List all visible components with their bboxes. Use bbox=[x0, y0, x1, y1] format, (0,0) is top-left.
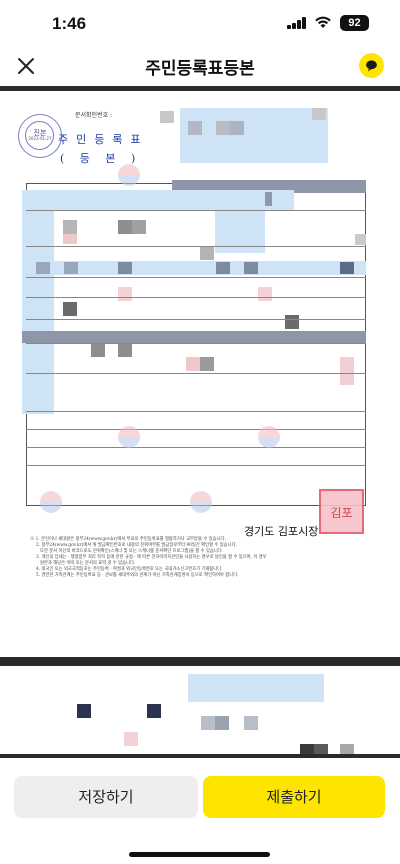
redacted-pixel bbox=[63, 302, 77, 316]
redacted-pixel bbox=[340, 357, 354, 385]
redacted-pixel bbox=[186, 357, 200, 371]
redacted-block bbox=[188, 674, 324, 702]
table-row-line bbox=[26, 343, 366, 344]
document-notes: ※ 1. 본인이나 세대원은 정부24(www.gov.kr)에서 무료로 주민… bbox=[30, 537, 370, 579]
redacted-pixel bbox=[118, 287, 132, 301]
chat-bubble-icon bbox=[366, 60, 377, 72]
redacted-pixel bbox=[340, 262, 354, 274]
signal-icon bbox=[287, 17, 307, 29]
emblem-watermark bbox=[190, 491, 212, 513]
table-row-line bbox=[26, 373, 366, 374]
submit-button[interactable]: 제출하기 bbox=[203, 776, 385, 818]
wifi-icon bbox=[315, 16, 331, 28]
redacted-pixel bbox=[216, 121, 230, 135]
redacted-pixel bbox=[215, 716, 229, 730]
redacted-pixel bbox=[200, 246, 214, 260]
redacted-pixel bbox=[200, 357, 214, 371]
redacted-pixel bbox=[340, 744, 354, 754]
redacted-pixel bbox=[63, 234, 77, 244]
redacted-pixel bbox=[314, 744, 328, 754]
table-row-line bbox=[26, 246, 366, 247]
redacted-block bbox=[180, 108, 328, 163]
status-time: 1:46 bbox=[52, 14, 87, 33]
chat-button[interactable] bbox=[359, 53, 384, 78]
table-row-line bbox=[26, 297, 366, 298]
redacted-pixel bbox=[285, 315, 299, 329]
emblem-watermark bbox=[118, 164, 140, 186]
doc-title: 주민등록표 bbox=[58, 133, 149, 146]
seal-text: 김포 bbox=[330, 506, 353, 520]
document-page-2[interactable] bbox=[0, 666, 400, 754]
doc-number-label: 문서확인번호 : bbox=[75, 112, 113, 119]
emblem-watermark bbox=[258, 426, 280, 448]
authentic-stamp: 진본 2023-01-27 bbox=[18, 114, 62, 158]
document-page[interactable]: 진본 2023-01-27 문서확인번호 : 주민등록표 ( 등 본 ) 경기도… bbox=[0, 91, 400, 657]
official-seal: 김포 bbox=[319, 489, 364, 534]
document-page-separator bbox=[0, 657, 400, 666]
table-section-band bbox=[22, 331, 366, 343]
redacted-pixel bbox=[312, 108, 326, 120]
redacted-pixel bbox=[36, 262, 50, 274]
redacted-pixel bbox=[63, 220, 77, 234]
redacted-pixel bbox=[258, 287, 272, 301]
redacted-pixel bbox=[77, 704, 91, 718]
redacted-pixel bbox=[132, 220, 146, 234]
redacted-pixel bbox=[118, 262, 132, 274]
emblem-watermark bbox=[118, 426, 140, 448]
header: 주민등록표등본 bbox=[0, 46, 400, 86]
table-row-line bbox=[26, 465, 366, 466]
table-row-line bbox=[26, 411, 366, 412]
home-indicator[interactable] bbox=[129, 852, 270, 857]
save-button[interactable]: 저장하기 bbox=[14, 776, 198, 818]
redacted-pixel bbox=[244, 716, 258, 730]
redacted-pixel bbox=[91, 343, 105, 357]
table-row-line bbox=[26, 447, 366, 448]
redacted-block bbox=[54, 261, 366, 275]
redacted-pixel bbox=[216, 262, 230, 274]
redacted-pixel bbox=[230, 121, 244, 135]
page-title: 주민등록표등본 bbox=[145, 59, 255, 79]
table-row-line bbox=[26, 319, 366, 320]
redacted-block bbox=[215, 191, 265, 253]
footer-actions: 저장하기 제출하기 bbox=[0, 776, 400, 818]
stamp-date: 2023-01-27 bbox=[28, 136, 52, 141]
note-line: 5. 경한한 가족관계는 주민등록표 등 · 관보를 세대주와의 관계가 아닌 … bbox=[36, 573, 239, 578]
redacted-pixel bbox=[147, 704, 161, 718]
redacted-pixel bbox=[118, 343, 132, 357]
redacted-pixel bbox=[118, 220, 132, 234]
redacted-pixel bbox=[201, 716, 215, 730]
record-table bbox=[26, 183, 366, 506]
redacted-pixel bbox=[188, 121, 202, 135]
status-bar: 1:46 92 bbox=[0, 0, 400, 46]
redacted-pixel bbox=[244, 262, 258, 274]
battery-icon: 92 bbox=[340, 15, 369, 31]
redacted-pixel bbox=[355, 234, 366, 245]
table-row-line bbox=[26, 429, 366, 430]
redacted-pixel bbox=[160, 111, 174, 123]
document-bottom-border bbox=[0, 754, 400, 758]
emblem-watermark bbox=[40, 491, 62, 513]
table-row-line bbox=[26, 210, 366, 211]
redacted-pixel bbox=[300, 744, 314, 754]
redacted-block bbox=[22, 190, 54, 414]
redacted-pixel bbox=[64, 262, 78, 274]
table-row-line bbox=[26, 277, 366, 278]
redacted-pixel bbox=[124, 732, 138, 746]
